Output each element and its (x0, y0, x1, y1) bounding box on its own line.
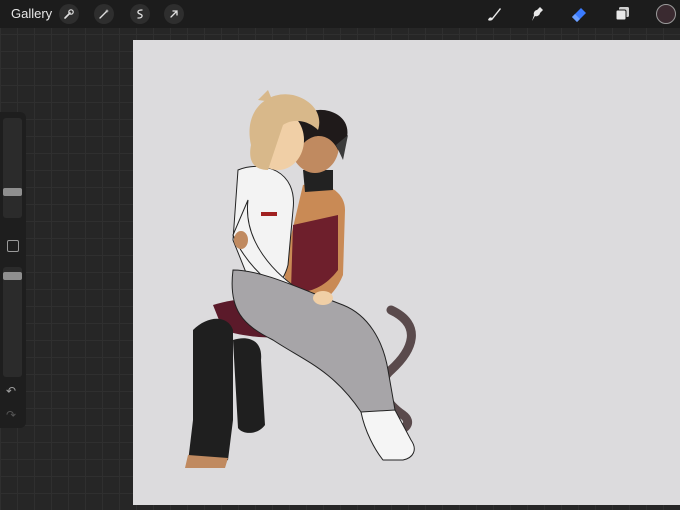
smudge-icon[interactable] (527, 4, 547, 24)
transform-arrow-icon (170, 10, 178, 18)
eraser-icon[interactable] (569, 4, 589, 24)
artwork-illustration (185, 90, 416, 468)
adjustments-magic-wand-icon[interactable] (94, 4, 114, 24)
opacity-slider[interactable] (3, 267, 22, 377)
wrench-icon (64, 9, 74, 19)
opacity-slider-thumb[interactable] (3, 272, 22, 280)
drawing-canvas[interactable] (133, 40, 680, 505)
top-toolbar: Gallery (0, 0, 680, 28)
selection-icon (137, 9, 143, 19)
transform-tool-icon[interactable] (164, 4, 184, 24)
left-sidebar: ↶ ↷ (0, 112, 26, 428)
layers-icon[interactable] (612, 4, 632, 24)
gallery-button[interactable]: Gallery (11, 6, 52, 21)
redo-icon[interactable]: ↷ (6, 408, 20, 422)
actions-wrench-icon[interactable] (59, 4, 79, 24)
modify-button[interactable] (7, 240, 19, 252)
magic-wand-icon (99, 9, 109, 19)
undo-icon[interactable]: ↶ (6, 384, 20, 398)
brush-size-slider[interactable] (3, 118, 22, 218)
selection-tool-icon[interactable] (130, 4, 150, 24)
brush-icon[interactable] (484, 4, 504, 24)
brush-size-slider-thumb[interactable] (3, 188, 22, 196)
color-picker-swatch[interactable] (656, 4, 676, 24)
